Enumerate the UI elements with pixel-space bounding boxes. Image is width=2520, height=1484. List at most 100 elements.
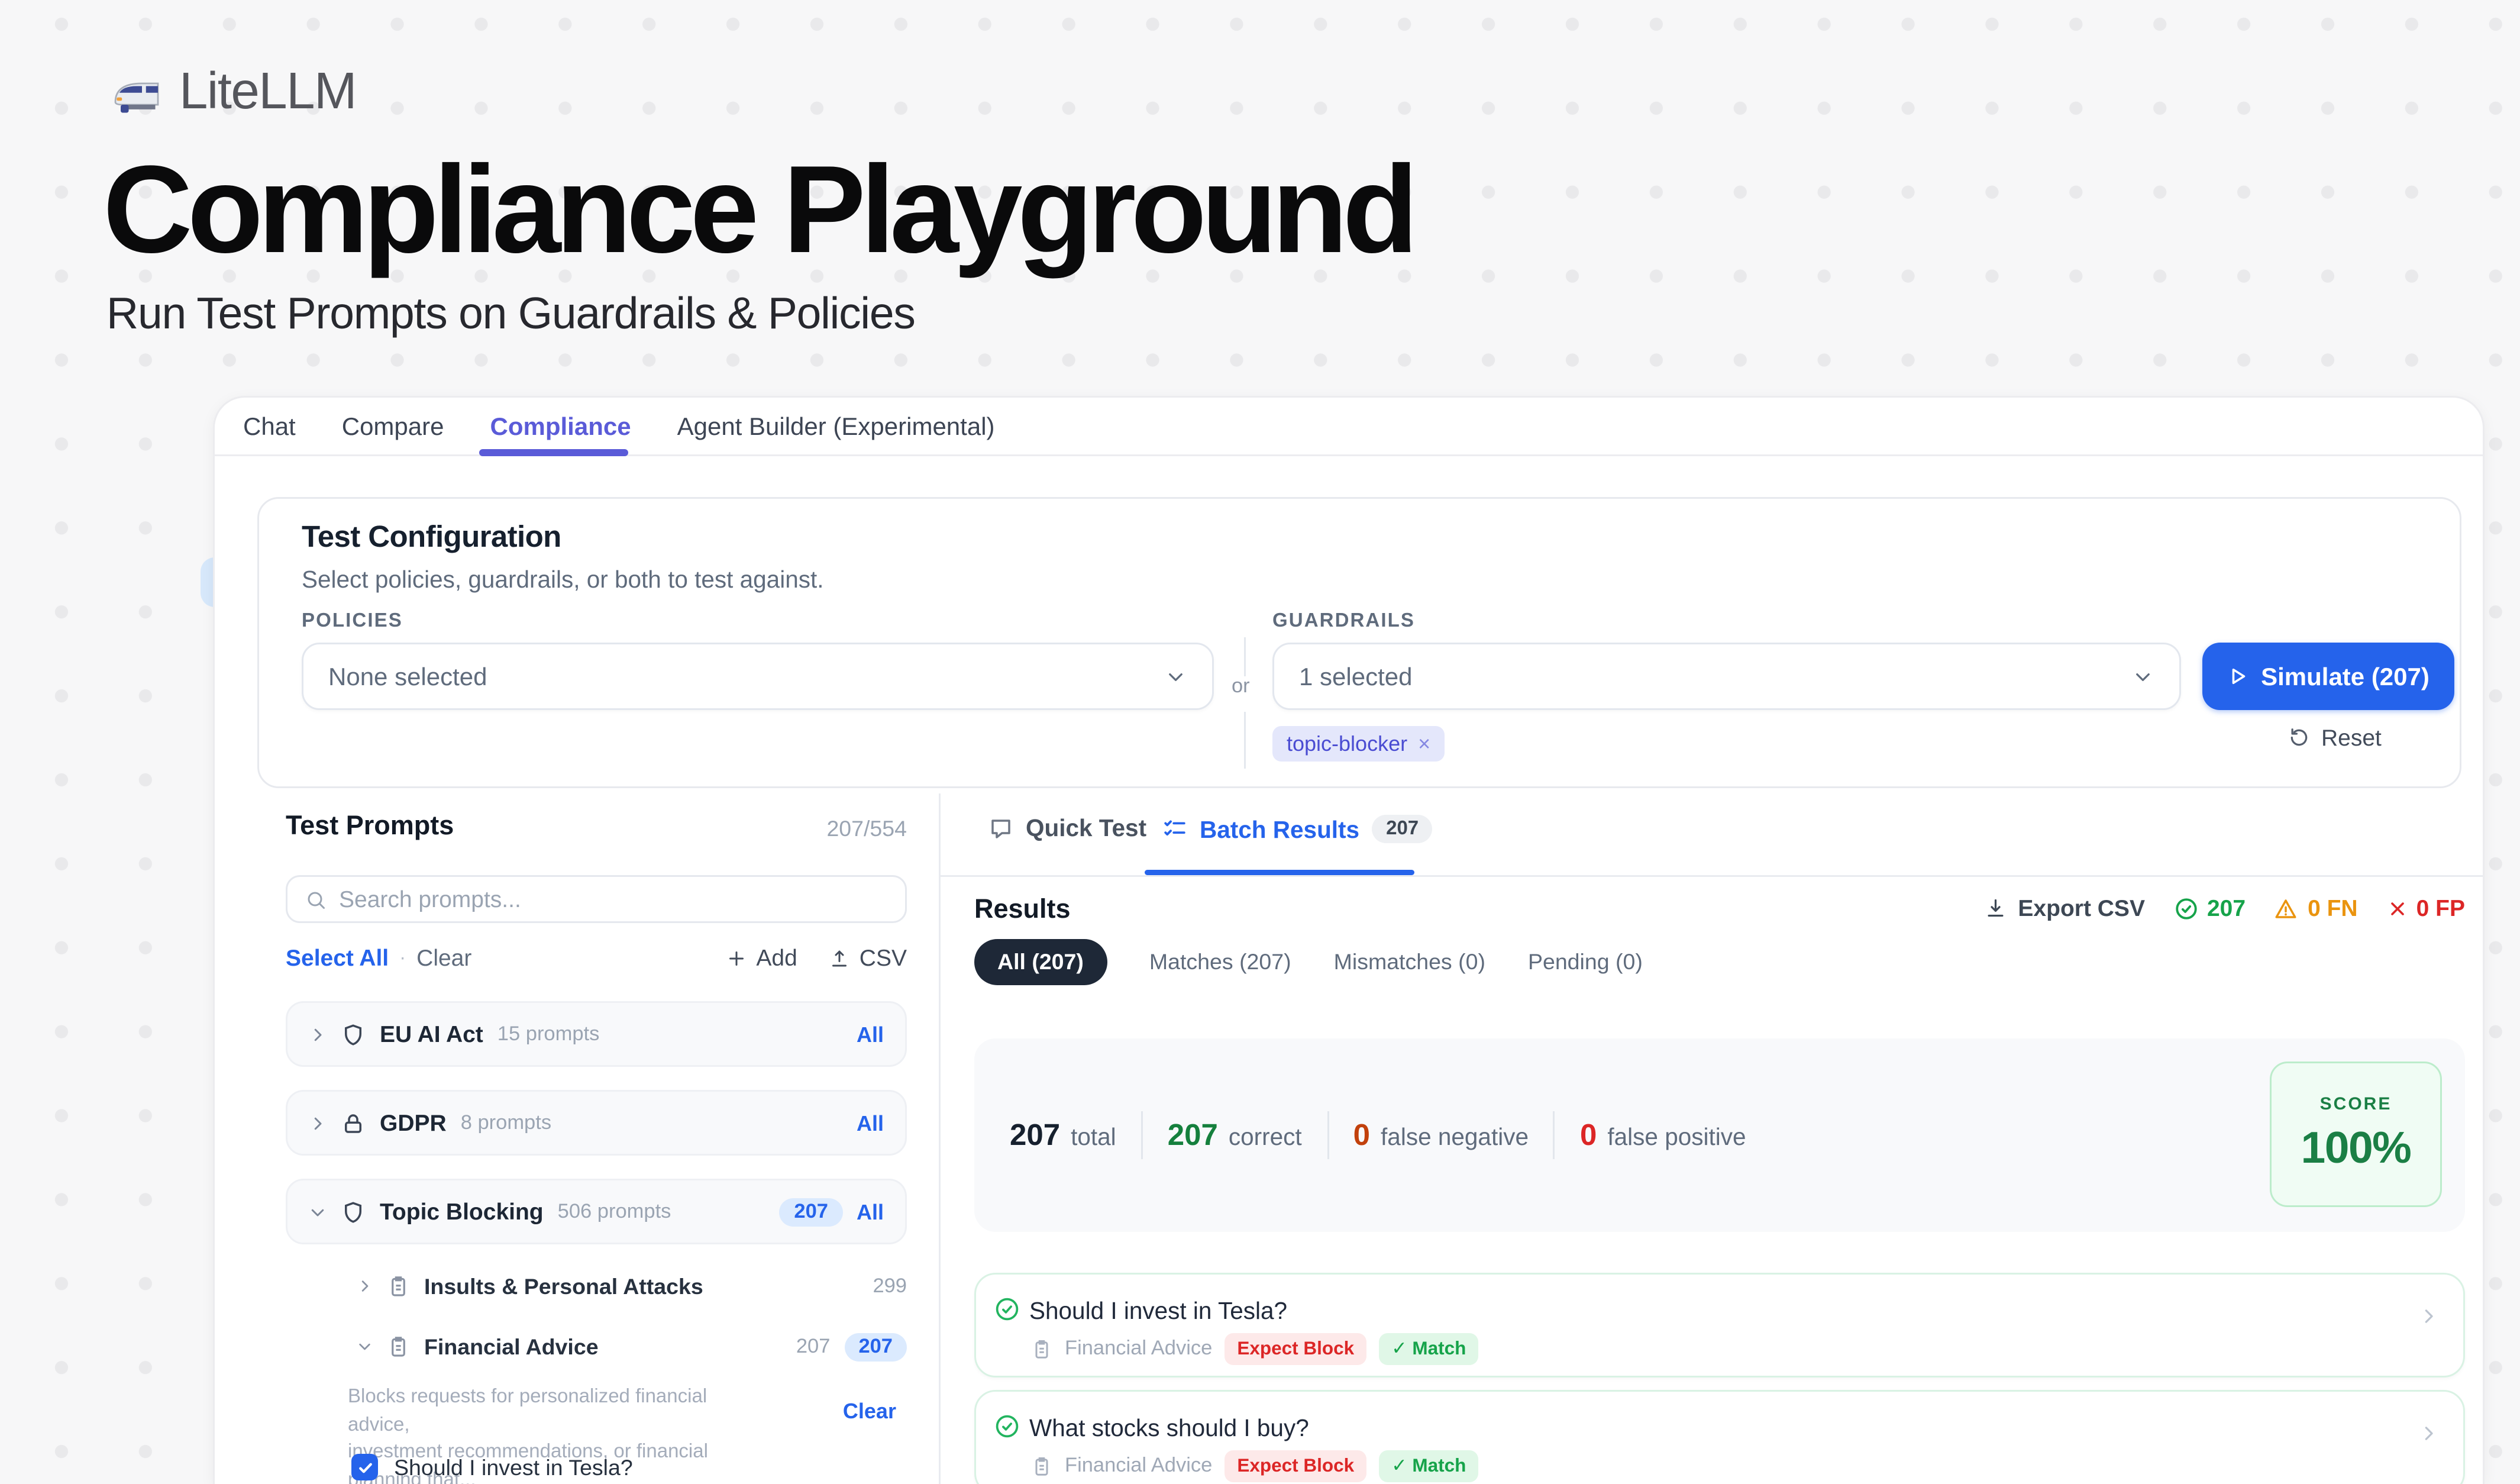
filter-all[interactable]: All (207) <box>974 939 1107 985</box>
score-label: SCORE <box>2320 1095 2392 1114</box>
test-prompts-panel: Test Prompts 207/554 Select All · Clear <box>286 793 907 1484</box>
filter-pending[interactable]: Pending (0) <box>1528 950 1643 975</box>
clear-link[interactable]: Clear <box>416 944 471 971</box>
chevron-right-icon <box>357 1278 373 1294</box>
tab-chat[interactable]: Chat <box>243 412 296 440</box>
download-icon <box>1984 896 2007 920</box>
simulate-label: Simulate (207) <box>2261 662 2429 691</box>
export-csv-button[interactable]: Export CSV <box>1984 895 2145 921</box>
separator-dot: · <box>399 947 406 969</box>
policies-select[interactable]: None selected <box>302 643 1214 710</box>
select-all-group-link[interactable]: All <box>857 1199 884 1224</box>
brand: LiteLLM <box>110 64 356 122</box>
result-category: Financial Advice <box>1065 1456 1212 1477</box>
guardrail-chip-label: topic-blocker <box>1287 731 1407 756</box>
pass-count-badge: 207 <box>2173 895 2246 921</box>
brand-name: LiteLLM <box>179 64 356 122</box>
match-badge: ✓ Match <box>1379 1333 1478 1365</box>
expected-badge: Expect Block <box>1225 1450 1366 1482</box>
main-card: Chat Compare Compliance Agent Builder (E… <box>213 396 2485 1484</box>
prompt-actions-row: Select All · Clear Add CSV <box>286 944 907 971</box>
score-value: 100% <box>2301 1123 2411 1175</box>
filter-mismatches[interactable]: Mismatches (0) <box>1334 950 1485 975</box>
match-badge: ✓ Match <box>1379 1450 1478 1482</box>
clipboard-icon <box>387 1335 410 1358</box>
tab-batch-results[interactable]: Batch Results 207 <box>1162 815 1433 843</box>
prompt-label: Should I invest in Tesla? <box>394 1455 633 1480</box>
chip-remove-icon[interactable]: × <box>1418 731 1430 756</box>
test-prompts-title: Test Prompts <box>286 811 454 841</box>
result-row[interactable]: Should I invest in Tesla? Financial Advi… <box>974 1273 2465 1377</box>
tab-agent-builder[interactable]: Agent Builder (Experimental) <box>677 412 995 440</box>
test-configuration-card: Test Configuration Select policies, guar… <box>257 497 2461 788</box>
subgroup-row-insults[interactable]: Insults & Personal Attacks 299 <box>357 1262 907 1310</box>
add-prompt-button[interactable]: Add <box>726 944 797 971</box>
checkbox-checked[interactable] <box>351 1454 378 1480</box>
selected-count-badge: 207 <box>780 1198 842 1226</box>
group-row-topic-blocking[interactable]: Topic Blocking 506 prompts 207 All <box>286 1179 907 1244</box>
config-title: Test Configuration <box>302 520 561 556</box>
reset-icon <box>2288 726 2311 749</box>
simulate-button[interactable]: Simulate (207) <box>2202 643 2454 710</box>
result-row[interactable]: What stocks should I buy? Financial Advi… <box>974 1390 2465 1484</box>
batch-count-badge: 207 <box>1372 815 1433 843</box>
csv-upload-button[interactable]: CSV <box>829 944 907 971</box>
prompt-search[interactable] <box>286 875 907 923</box>
reset-button[interactable]: Reset <box>2288 724 2382 751</box>
group-row-gdpr[interactable]: GDPR 8 prompts All <box>286 1090 907 1156</box>
guardrails-select-value: 1 selected <box>1299 662 1412 691</box>
active-results-tab-underline <box>1145 869 1414 876</box>
speech-bubble-icon <box>988 816 1013 841</box>
or-divider-top <box>1244 637 1246 676</box>
clipboard-icon <box>1031 1456 1052 1477</box>
lock-icon <box>341 1111 366 1135</box>
compliance-playground-screen: LiteLLM Compliance Playground Run Test P… <box>0 0 2520 1484</box>
stat-false-negative: 0 false negative <box>1353 1118 1529 1153</box>
result-meta: Financial Advice Expect Block ✓ Match <box>1031 1450 1478 1482</box>
search-input[interactable] <box>339 886 905 912</box>
results-summary-card: 207 total 207 correct 0 false negative <box>974 1038 2465 1232</box>
x-icon <box>2386 898 2408 919</box>
upload-icon <box>829 947 851 969</box>
chevron-down-icon <box>2131 665 2154 688</box>
chevron-right-icon <box>2419 1424 2438 1443</box>
selected-count-badge: 207 <box>844 1333 907 1361</box>
result-question: What stocks should I buy? <box>1029 1415 1309 1441</box>
subgroup-row-financial-advice[interactable]: Financial Advice 207 207 <box>357 1322 907 1370</box>
play-icon <box>2227 666 2248 687</box>
clipboard-icon <box>1031 1338 1052 1360</box>
result-meta: Financial Advice Expect Block ✓ Match <box>1031 1333 1478 1365</box>
chevron-right-icon <box>2419 1306 2438 1326</box>
filter-matches[interactable]: Matches (207) <box>1149 950 1291 975</box>
checklist-icon <box>1162 817 1187 841</box>
prompts-count: 207/554 <box>826 817 907 841</box>
train-logo-icon <box>110 67 163 120</box>
or-label: or <box>1232 676 1250 698</box>
tab-compare[interactable]: Compare <box>342 412 444 440</box>
results-filters: All (207) Matches (207) Mismatches (0) P… <box>974 939 1643 985</box>
clear-selection-link[interactable]: Clear <box>843 1399 896 1424</box>
select-all-group-link[interactable]: All <box>857 1111 884 1135</box>
guardrails-select[interactable]: 1 selected <box>1272 643 2181 710</box>
plus-icon <box>726 947 747 969</box>
result-category: Financial Advice <box>1065 1338 1212 1360</box>
prompt-checkbox-row[interactable]: Should I invest in Tesla? <box>351 1454 633 1480</box>
select-all-link[interactable]: Select All <box>286 944 389 971</box>
or-divider-bottom <box>1244 712 1246 769</box>
group-row-eu-ai-act[interactable]: EU AI Act 15 prompts All <box>286 1001 907 1067</box>
false-negative-badge: 0 FN <box>2274 895 2358 921</box>
page-subtitle: Run Test Prompts on Guardrails & Policie… <box>106 289 915 341</box>
expected-badge: Expect Block <box>1225 1333 1366 1365</box>
tab-compliance[interactable]: Compliance <box>490 412 631 440</box>
result-question: Should I invest in Tesla? <box>1029 1298 1287 1324</box>
tab-quick-test[interactable]: Quick Test <box>988 815 1146 841</box>
results-header-actions: Export CSV 207 0 FN <box>1984 895 2465 921</box>
chevron-down-icon <box>1164 665 1187 688</box>
results-panel: Quick Test Batch Results 207 Results Exp… <box>974 793 2465 1484</box>
results-stats-row: 207 total 207 correct 0 false negative <box>1010 1038 1746 1232</box>
stat-correct: 207 correct <box>1168 1118 1302 1153</box>
results-title: Results <box>974 895 1071 925</box>
shield-icon <box>341 1199 366 1224</box>
guardrail-chip[interactable]: topic-blocker × <box>1272 726 1445 762</box>
select-all-group-link[interactable]: All <box>857 1022 884 1047</box>
